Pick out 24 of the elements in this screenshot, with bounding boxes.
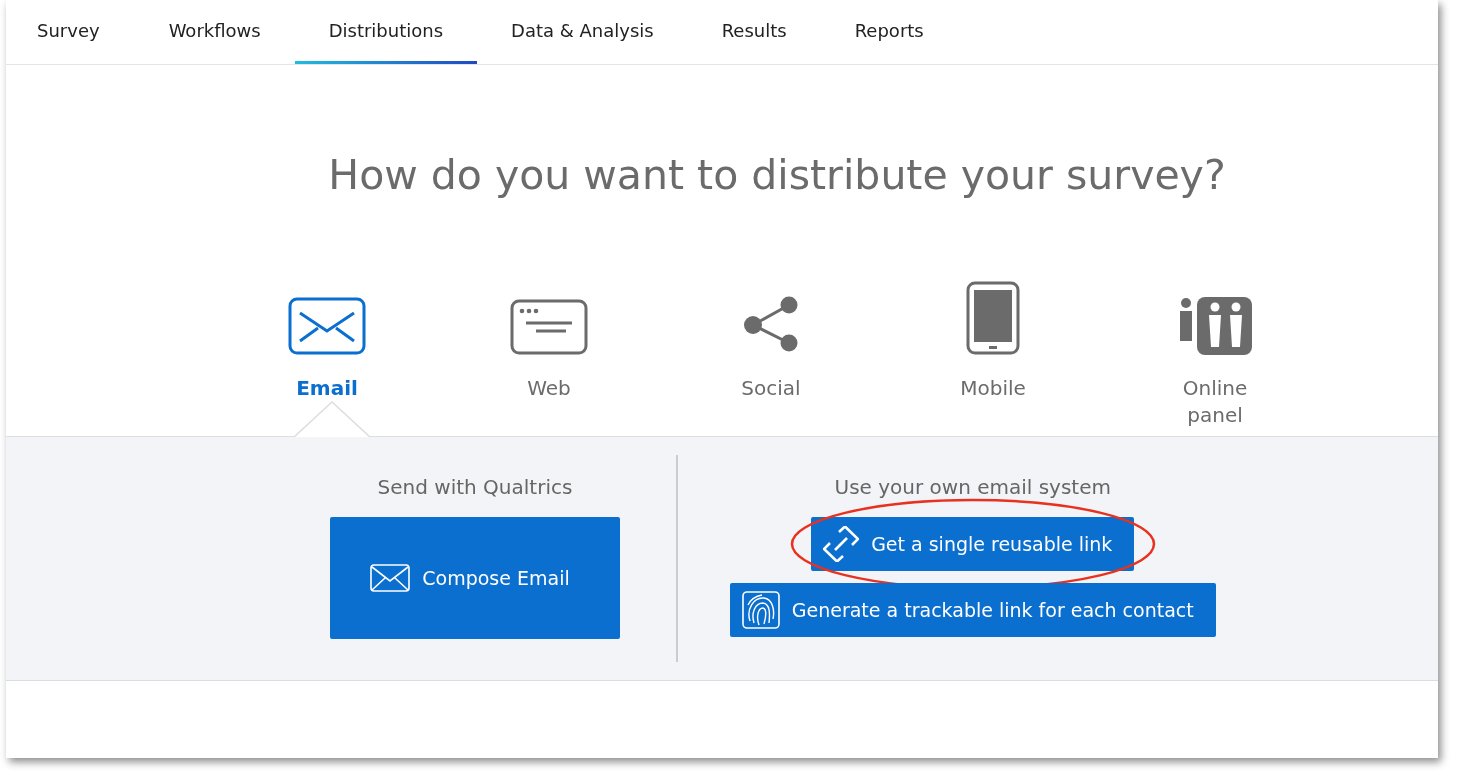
fingerprint-icon [741,591,780,629]
nav-tab[interactable]: Data & Analysis [477,0,688,64]
envelope-icon [288,297,366,355]
channel-option[interactable]: Mobile [882,279,1104,433]
nav-tab[interactable]: Workflows [134,0,295,64]
page-heading: How do you want to distribute your survey? [327,151,1227,199]
section-title: Use your own email system [834,475,1111,499]
nav-tab[interactable]: Reports [820,0,958,64]
channel-option[interactable]: Email [216,279,438,433]
channel-option[interactable]: Online panel [1104,279,1326,433]
channel-option[interactable]: Web [438,279,660,433]
people-icon [1178,297,1252,355]
envelope-icon [370,564,411,592]
nav-tab[interactable]: Survey [16,0,135,64]
nav-tab[interactable]: Distributions [294,0,478,64]
link-button[interactable]: Generate a trackable link for each contact [729,583,1216,637]
tablet-icon [966,281,1020,355]
section-title: Send with Qualtrics [377,475,573,499]
compose-email-button[interactable]: Compose Email [330,517,620,639]
chain-link-icon [823,526,860,562]
link-button[interactable]: Get a single reusable link [811,517,1135,571]
browser-window-icon [510,299,588,355]
channel-option[interactable]: Social [660,279,882,433]
nav-tab[interactable]: Results [687,0,821,64]
